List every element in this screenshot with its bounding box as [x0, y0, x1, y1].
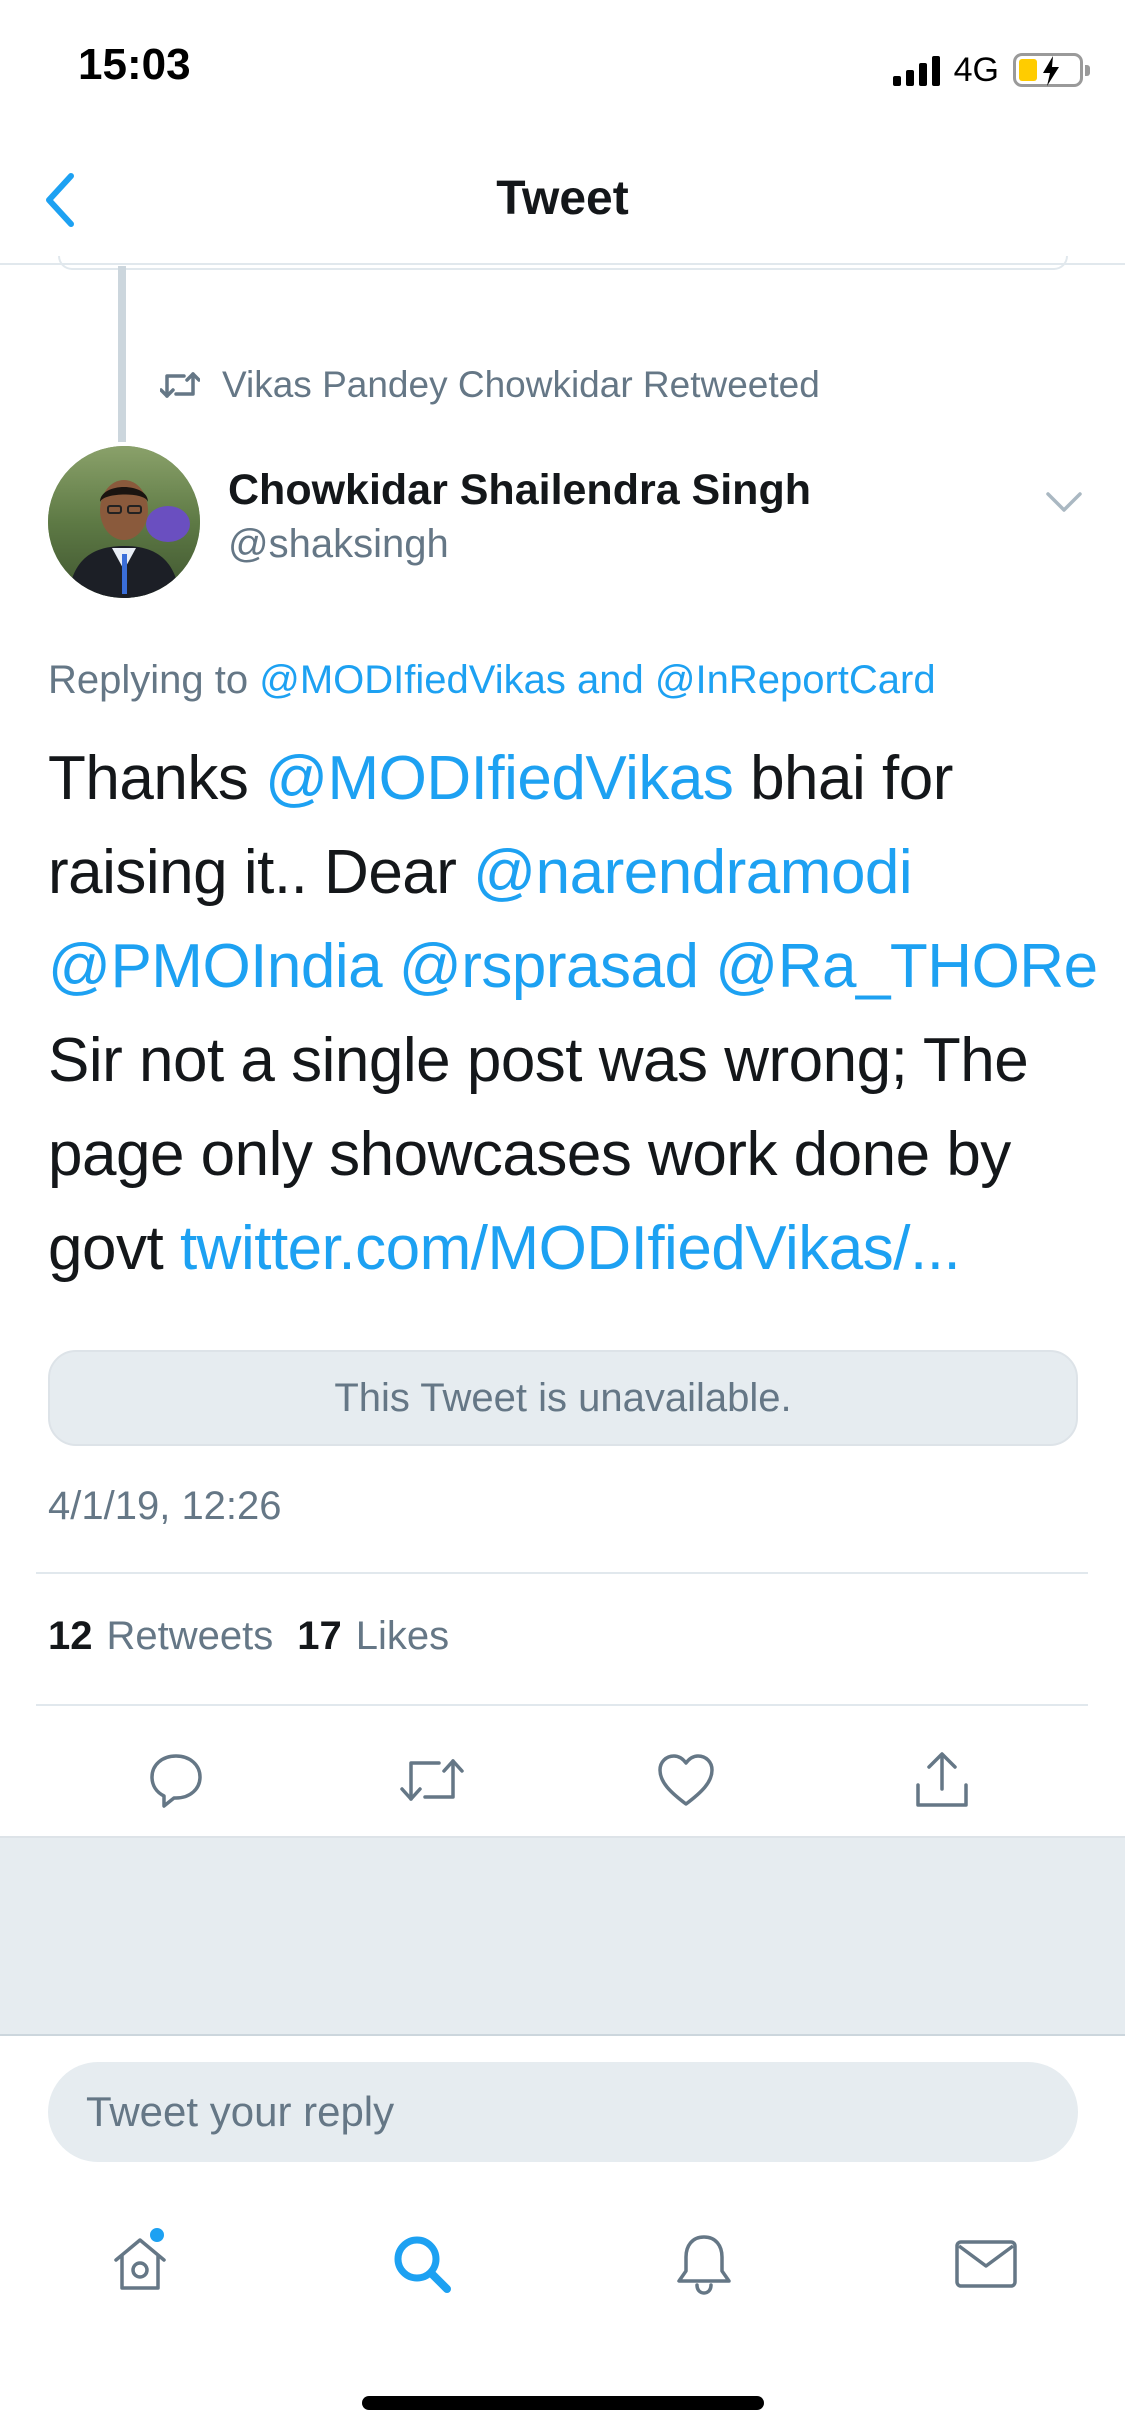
tab-notifications[interactable] — [654, 2214, 754, 2314]
like-button[interactable] — [636, 1730, 736, 1830]
author-name[interactable]: Chowkidar Shailendra Singh — [228, 466, 811, 515]
tweet-actions — [0, 1730, 1125, 1840]
home-notification-dot — [148, 2226, 166, 2244]
tweet-text-segment: bhai for — [750, 744, 953, 813]
status-bar: 15:03 4G — [0, 0, 1125, 135]
likes-count: 17 — [297, 1614, 342, 1658]
status-indicators: 4G — [892, 48, 1090, 92]
retweet-context-text: Vikas Pandey Chowkidar Retweeted — [222, 364, 820, 405]
reply-button[interactable] — [126, 1730, 226, 1830]
network-label: 4G — [953, 50, 999, 89]
tweet-text-segment: Thanks — [48, 744, 249, 813]
tweet-line: govt twitter.com/MODIfiedVikas/... — [48, 1202, 1088, 1296]
retweets-stat[interactable]: 12 Retweets — [48, 1614, 273, 1659]
avatar[interactable] — [48, 446, 200, 598]
tweet-text: Thanks @MODIfiedVikas bhai for raising i… — [48, 732, 1098, 1296]
retweet-icon — [160, 372, 200, 398]
bell-icon — [677, 2235, 731, 2295]
tab-messages[interactable] — [936, 2214, 1036, 2314]
signal-icon — [892, 54, 940, 86]
thread-line — [118, 266, 126, 442]
divider — [36, 1572, 1088, 1574]
replying-to: Replying to @MODIfiedVikas and @InReport… — [48, 658, 936, 703]
mention-link[interactable]: @rsprasad — [399, 932, 699, 1001]
tweet-line: Sir not a single post was wrong; The — [48, 1014, 1088, 1108]
status-time: 15:03 — [78, 40, 191, 89]
tab-bar — [0, 2200, 1125, 2330]
unavailable-text: This Tweet is unavailable. — [334, 1375, 792, 1420]
tweet-line: raising it.. Dear @narendramodi — [48, 826, 1088, 920]
mention-link[interactable]: @Ra_THORe — [715, 932, 1098, 1001]
chevron-down-icon — [1046, 492, 1082, 512]
page-title: Tweet — [496, 172, 629, 225]
home-indicator[interactable] — [362, 2396, 764, 2410]
author-handle[interactable]: @shaksingh — [228, 522, 449, 567]
divider — [36, 1704, 1088, 1706]
retweet-icon — [400, 1759, 464, 1801]
likes-label: Likes — [355, 1614, 450, 1658]
reply-input[interactable] — [48, 2062, 1078, 2162]
replying-to-user-link[interactable]: @InReportCard — [655, 658, 936, 702]
tweet-line: page only showcases work done by — [48, 1108, 1088, 1202]
search-icon — [394, 2236, 451, 2293]
tweet-text-segment: page only showcases work done by — [48, 1120, 1011, 1189]
battery-icon — [1013, 53, 1090, 87]
tweet-text-segment: Sir not a single post was wrong; The — [48, 1026, 1029, 1095]
tweet-menu-button[interactable] — [1042, 482, 1086, 522]
retweets-label: Retweets — [106, 1614, 274, 1658]
retweet-context[interactable]: Vikas Pandey Chowkidar Retweeted — [160, 360, 820, 410]
retweets-count: 12 — [48, 1614, 93, 1658]
tweet-timestamp: 4/1/19, 12:26 — [48, 1484, 282, 1528]
share-icon — [916, 1752, 968, 1807]
reply-icon — [150, 1754, 202, 1808]
heart-icon — [658, 1754, 714, 1806]
replies-area — [0, 1836, 1125, 2036]
retweet-button[interactable] — [382, 1730, 482, 1830]
share-button[interactable] — [892, 1730, 992, 1830]
quoted-tweet-unavailable: This Tweet is unavailable. — [48, 1350, 1078, 1446]
mail-icon — [955, 2240, 1017, 2288]
replying-to-user-link[interactable]: @MODIfiedVikas — [259, 658, 566, 702]
tweet-line: Thanks @MODIfiedVikas bhai for — [48, 732, 1088, 826]
nav-header: Tweet — [0, 135, 1125, 265]
replying-to-label: Replying to — [48, 658, 249, 702]
tweet-text-segment: raising it.. Dear — [48, 838, 457, 907]
replying-to-conjunction: and — [577, 658, 644, 702]
url-link[interactable]: twitter.com/MODIfiedVikas/... — [180, 1214, 961, 1283]
mention-link[interactable]: @narendramodi — [473, 838, 913, 907]
tab-search[interactable] — [372, 2214, 472, 2314]
tab-home[interactable] — [90, 2214, 190, 2314]
mention-link[interactable]: @PMOIndia — [48, 932, 383, 1001]
likes-stat[interactable]: 17 Likes — [297, 1614, 449, 1659]
previous-tweet-edge — [58, 256, 1068, 270]
tweet-line: @PMOIndia @rsprasad @Ra_THORe — [48, 920, 1098, 1014]
tweet-text-segment: govt — [48, 1214, 164, 1283]
mention-link[interactable]: @MODIfiedVikas — [265, 744, 734, 813]
tweet-stats: 12 Retweets 17 Likes — [48, 1614, 449, 1659]
